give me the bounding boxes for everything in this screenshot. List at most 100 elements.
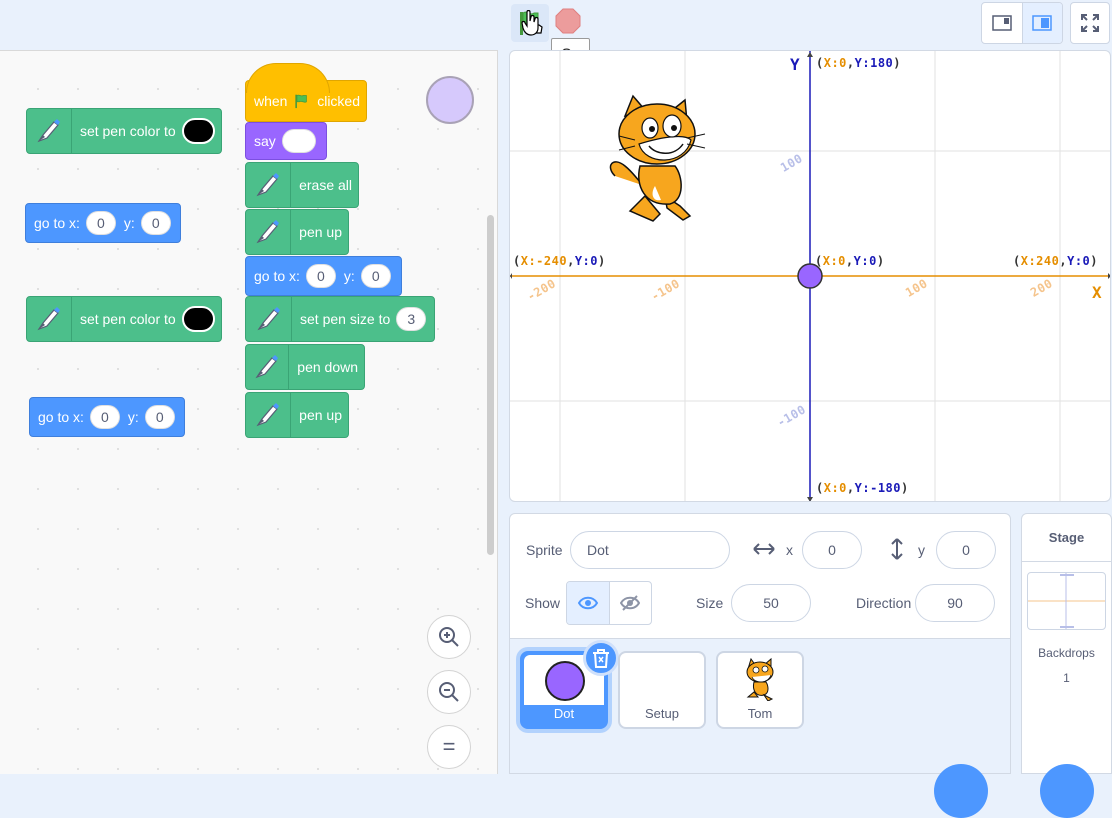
go-to-xy-block[interactable]: go to x: 0 y: 0 [25,203,181,243]
full-screen-button[interactable] [1070,2,1110,44]
go-to-xy-block[interactable]: go to x: 0 y: 0 [245,256,402,296]
stage-canvas[interactable]: Y X (X:0,Y:180) (X:-240,Y:0) (X:0,Y:0) (… [509,50,1111,502]
pen-icon [246,163,292,207]
block-label: go to x: [254,268,300,284]
zoom-reset-button[interactable]: = [427,725,471,769]
y-axis-label: Y [790,55,801,74]
left-coord-label: (X:-240,Y:0) [513,254,606,268]
when-flag-clicked-block[interactable]: when clicked [245,63,367,122]
zoom-in-icon [439,627,459,647]
pen-icon [246,210,292,254]
sprite-tile-tom[interactable]: Tom [716,651,804,729]
say-input[interactable] [281,129,316,153]
small-stage-icon [992,15,1012,31]
y-input[interactable]: 0 [144,405,175,429]
zoom-reset-label: = [442,734,456,759]
trash-icon [593,649,609,668]
show-toggle [566,581,652,625]
small-stage-button[interactable] [982,3,1023,43]
block-label: set pen size to [300,311,391,327]
pen-icon [246,345,290,389]
block-label: say [254,133,276,149]
backdrop-thumbnail[interactable] [1027,572,1106,630]
top-coord-label: (X:0,Y:180) [816,56,902,70]
sprite-name: Dot [553,706,575,721]
pen-color-swatch[interactable] [181,306,215,332]
large-stage-button[interactable] [1022,3,1062,43]
add-backdrop-button[interactable] [1040,764,1094,818]
pen-icon [27,109,72,153]
block-label: pen up [299,407,342,423]
block-label: go to x: [34,215,80,231]
y-label: y [918,542,925,558]
workspace-scrollbar[interactable] [487,215,494,555]
block-label: pen up [299,224,342,240]
green-flag-icon [295,94,308,109]
stage-title: Stage [1022,514,1111,562]
stage-grid [510,51,1110,501]
cat-sprite-icon[interactable] [609,94,706,222]
pen-up-block[interactable]: pen up [245,392,349,438]
eye-slash-icon [620,595,641,611]
sprite-name: Tom [747,706,773,721]
go-to-xy-block[interactable]: go to x: 0 y: 0 [29,397,185,437]
set-pen-color-block[interactable]: set pen color to [26,296,222,342]
bottom-coord-label: (X:0,Y:-180) [816,481,909,495]
zoom-out-button[interactable] [427,670,471,714]
pen-color-swatch[interactable] [181,118,215,144]
show-label: Show [525,595,561,611]
stage-size-toggle [981,2,1063,44]
set-pen-size-block[interactable]: set pen size to 3 [245,296,435,342]
x-arrows-icon [753,543,775,555]
direction-label: Direction [856,595,912,611]
sprite-info-panel: Sprite Dot x 0 y 0 Show Size 50 Directio… [509,513,1011,639]
x-position-input[interactable]: 0 [802,531,862,569]
pen-up-block[interactable]: pen up [245,209,349,255]
x-axis-label: X [1092,283,1103,302]
eye-icon [577,596,598,610]
show-button[interactable] [567,582,610,624]
set-pen-color-block[interactable]: set pen color to [26,108,222,154]
x-input[interactable]: 0 [85,211,116,235]
backdrops-count: 1 [1063,671,1070,685]
pen-icon [246,393,292,437]
block-label: go to x: [38,409,84,425]
delete-sprite-button[interactable] [583,640,619,676]
x-label: x [786,542,793,558]
center-coord-label: (X:0,Y:0) [815,254,885,268]
pen-size-input[interactable]: 3 [396,307,427,331]
pen-down-block[interactable]: pen down [245,344,365,390]
y-label: y: [123,215,135,231]
stage-selector-pane[interactable]: Stage Backdrops 1 [1021,513,1112,774]
say-block[interactable]: say [245,122,327,160]
block-label: set pen color to [79,311,176,327]
workspace-sprite-thumbnail [426,76,474,124]
hand-cursor-icon [521,10,539,36]
block-label: clicked [317,93,360,109]
sprite-name-input[interactable]: Dot [570,531,730,569]
stop-button[interactable] [553,6,583,36]
x-input[interactable]: 0 [305,264,336,288]
block-label: when [254,93,288,109]
y-position-input[interactable]: 0 [936,531,996,569]
right-coord-label: (X:240,Y:0) [1013,254,1099,268]
y-input[interactable]: 0 [140,211,171,235]
y-label: y: [127,409,139,425]
zoom-in-button[interactable] [427,615,471,659]
hide-button[interactable] [610,582,652,624]
sprite-name: Setup [645,706,679,721]
block-label: set pen color to [79,123,176,139]
backdrops-label: Backdrops [1038,646,1095,660]
add-sprite-button[interactable] [934,764,988,818]
direction-input[interactable]: 90 [915,584,995,622]
zoom-out-icon [439,682,459,702]
size-input[interactable]: 50 [731,584,811,622]
x-input[interactable]: 0 [89,405,120,429]
y-input[interactable]: 0 [360,264,391,288]
large-stage-icon [1032,15,1052,31]
backdrop-preview-icon [1028,573,1105,629]
dot-thumbnail-icon [545,661,585,701]
erase-all-block[interactable]: erase all [245,162,359,208]
sprite-tile-setup[interactable]: Setup [618,651,706,729]
block-label: pen down [297,359,358,375]
